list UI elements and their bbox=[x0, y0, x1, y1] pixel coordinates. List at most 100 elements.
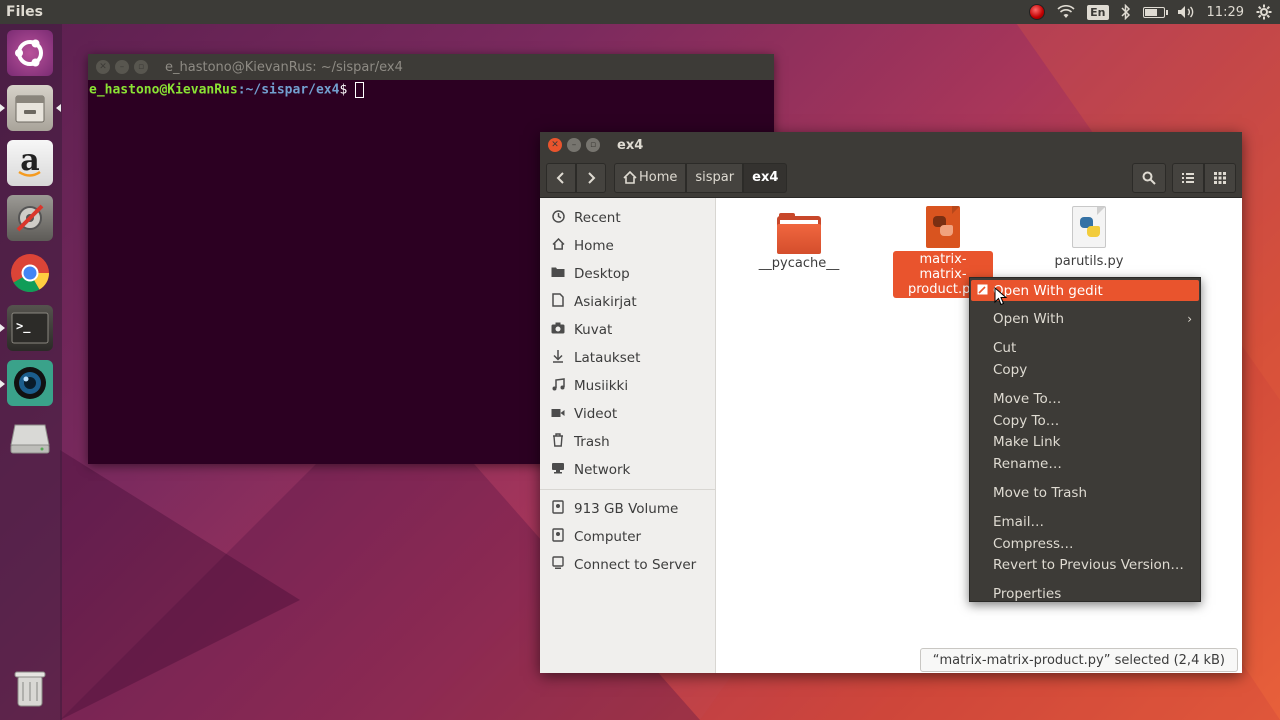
bluetooth-icon[interactable] bbox=[1121, 3, 1131, 21]
menu-separator bbox=[970, 475, 1200, 483]
menu-item-properties[interactable]: Properties bbox=[970, 584, 1200, 606]
file-name-line2: product.py bbox=[907, 282, 979, 297]
close-icon[interactable]: ✕ bbox=[96, 60, 110, 74]
menu-item-make-link[interactable]: Make Link bbox=[970, 431, 1200, 453]
breadcrumb-ex4[interactable]: ex4 bbox=[743, 162, 788, 193]
minimize-icon[interactable]: – bbox=[567, 138, 581, 152]
chevron-left-icon bbox=[556, 171, 564, 184]
menu-item-label: Move to Trash bbox=[993, 484, 1088, 501]
settings-gear-icon[interactable] bbox=[1256, 3, 1272, 21]
trash-icon[interactable] bbox=[7, 665, 53, 711]
record-icon bbox=[1029, 4, 1046, 20]
search-button[interactable] bbox=[1132, 162, 1166, 193]
breadcrumb-home[interactable]: Home bbox=[614, 162, 687, 193]
menu-item-label: Compress… bbox=[993, 535, 1074, 552]
sidebar-item-recent[interactable]: Recent bbox=[540, 204, 715, 232]
top-panel: Files En 11:29 bbox=[0, 0, 1280, 24]
sidebar-item-913gb-volume[interactable]: 913 GB Volume bbox=[540, 495, 715, 523]
sidebar-item-connect-to-server[interactable]: Connect to Server bbox=[540, 551, 715, 579]
sidebar-item-kuvat[interactable]: Kuvat bbox=[540, 316, 715, 344]
sidebar-item-label: 913 GB Volume bbox=[574, 501, 679, 517]
sidebar: Recent Home Desktop Asiakirjat Kuvat Lat… bbox=[540, 198, 716, 673]
navigation-buttons bbox=[546, 162, 606, 193]
menu-item-revert[interactable]: Revert to Previous Version… bbox=[970, 554, 1200, 576]
terminal-prompt[interactable]: e_hastono@KievanRus:~/sispar/ex4$ bbox=[88, 80, 774, 100]
file-item-pycache[interactable]: __pycache__ bbox=[749, 204, 849, 271]
status-bar: “matrix-matrix-product.py” selected (2,4… bbox=[919, 648, 1238, 672]
volume-icon[interactable] bbox=[1177, 3, 1195, 21]
gedit-icon bbox=[977, 284, 988, 298]
keyboard-layout-indicator[interactable]: En bbox=[1087, 3, 1109, 21]
menu-item-label: Open With gedit bbox=[993, 282, 1103, 299]
sidebar-item-network[interactable]: Network bbox=[540, 456, 715, 484]
sidebar-item-label: Connect to Server bbox=[574, 557, 697, 573]
music-icon bbox=[550, 377, 566, 395]
wifi-icon[interactable] bbox=[1057, 3, 1075, 21]
system-settings-icon[interactable] bbox=[7, 195, 53, 241]
terminal-titlebar[interactable]: ✕ – ▫ e_hastono@KievanRus: ~/sispar/ex4 bbox=[88, 54, 774, 80]
clock-icon bbox=[550, 209, 566, 227]
sidebar-item-asiakirjat[interactable]: Asiakirjat bbox=[540, 288, 715, 316]
sidebar-item-home[interactable]: Home bbox=[540, 232, 715, 260]
minimize-icon[interactable]: – bbox=[115, 60, 129, 74]
focused-pip bbox=[56, 104, 61, 112]
trash-icon bbox=[550, 433, 566, 451]
menu-item-copy[interactable]: Copy bbox=[970, 359, 1200, 381]
chevron-right-icon: › bbox=[1187, 312, 1192, 327]
maximize-icon[interactable]: ▫ bbox=[586, 138, 600, 152]
maximize-icon[interactable]: ▫ bbox=[134, 60, 148, 74]
breadcrumb-sispar[interactable]: sispar bbox=[686, 162, 744, 193]
sidebar-item-label: Home bbox=[574, 238, 614, 254]
chrome-icon[interactable] bbox=[7, 250, 53, 296]
menu-item-open-with[interactable]: Open With › bbox=[970, 309, 1200, 331]
chevron-right-icon bbox=[588, 171, 596, 184]
list-view-icon bbox=[1182, 172, 1194, 183]
file-name: __pycache__ bbox=[758, 256, 840, 271]
amazon-icon[interactable]: a bbox=[7, 140, 53, 186]
running-pip bbox=[0, 380, 5, 388]
menu-item-label: Rename… bbox=[993, 455, 1062, 472]
menu-item-copy-to[interactable]: Copy To… bbox=[970, 410, 1200, 432]
breadcrumb-home-label: Home bbox=[639, 170, 678, 185]
back-button[interactable] bbox=[546, 162, 576, 193]
sidebar-separator bbox=[540, 489, 715, 490]
menu-item-compress[interactable]: Compress… bbox=[970, 533, 1200, 555]
disk-drive-icon[interactable] bbox=[7, 415, 53, 461]
menu-item-move-to[interactable]: Move To… bbox=[970, 388, 1200, 410]
battery-icon[interactable] bbox=[1142, 3, 1168, 21]
grid-view-button[interactable] bbox=[1204, 162, 1236, 193]
menu-item-cut[interactable]: Cut bbox=[970, 338, 1200, 360]
sidebar-item-musiikki[interactable]: Musiikki bbox=[540, 372, 715, 400]
menu-item-rename[interactable]: Rename… bbox=[970, 453, 1200, 475]
forward-button[interactable] bbox=[576, 162, 606, 193]
sidebar-item-videot[interactable]: Videot bbox=[540, 400, 715, 428]
running-pip bbox=[0, 104, 5, 112]
menu-item-email[interactable]: Email… bbox=[970, 511, 1200, 533]
camera-app-icon[interactable] bbox=[7, 360, 53, 406]
menu-item-move-to-trash[interactable]: Move to Trash bbox=[970, 482, 1200, 504]
menu-separator bbox=[970, 381, 1200, 389]
prompt-user: e_hastono@KievanRus bbox=[89, 82, 238, 98]
terminal-app-icon[interactable]: >_ bbox=[7, 305, 53, 351]
files-window-title: ex4 bbox=[617, 137, 644, 153]
files-app-icon[interactable] bbox=[7, 85, 53, 131]
ubuntu-dash-icon[interactable] bbox=[7, 30, 53, 76]
menu-separator bbox=[970, 504, 1200, 512]
file-name: parutils.py bbox=[1054, 254, 1124, 269]
list-view-button[interactable] bbox=[1172, 162, 1204, 193]
sidebar-item-desktop[interactable]: Desktop bbox=[540, 260, 715, 288]
sidebar-item-trash[interactable]: Trash bbox=[540, 428, 715, 456]
record-indicator[interactable] bbox=[1029, 3, 1046, 21]
prompt-path: :~/sispar/ex4 bbox=[237, 82, 340, 98]
files-titlebar[interactable]: ✕ – ▫ ex4 bbox=[540, 132, 1242, 158]
file-item-parutils[interactable]: parutils.py bbox=[1039, 206, 1139, 269]
sidebar-item-computer[interactable]: Computer bbox=[540, 523, 715, 551]
home-icon bbox=[550, 237, 566, 254]
sidebar-item-lataukset[interactable]: Lataukset bbox=[540, 344, 715, 372]
file-name-line1: matrix-matrix- bbox=[919, 252, 967, 282]
close-icon[interactable]: ✕ bbox=[548, 138, 562, 152]
sidebar-item-label: Network bbox=[574, 462, 631, 478]
toolbar-right bbox=[1132, 162, 1236, 193]
server-icon bbox=[550, 556, 566, 574]
clock[interactable]: 11:29 bbox=[1207, 3, 1244, 21]
